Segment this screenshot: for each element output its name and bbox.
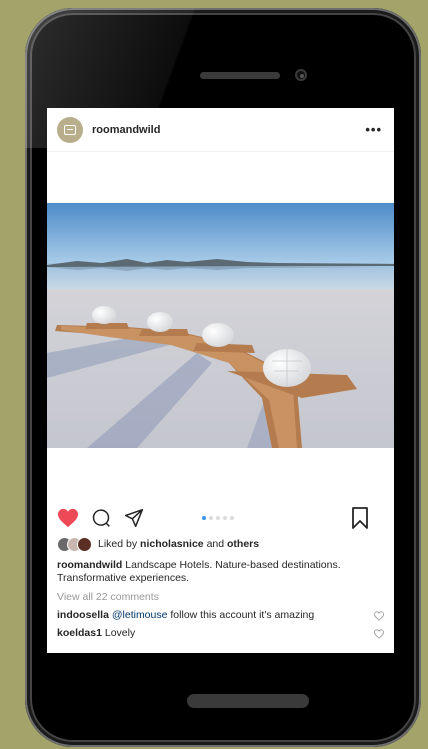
post-photo (47, 203, 394, 448)
comment-text: Lovely (104, 627, 136, 639)
liked-by-joiner: and (206, 538, 225, 550)
carousel-dot (209, 516, 213, 520)
carousel-dot (216, 516, 220, 520)
post-username[interactable]: roomandwild (92, 124, 365, 136)
likes-others-link[interactable]: others (227, 538, 259, 551)
earpiece-speaker (200, 72, 280, 79)
post-text: Liked by nicholasnice and others roomand… (47, 537, 394, 640)
carousel-dot (202, 516, 206, 520)
instagram-post: roomandwild ••• Liked by nicholasnice an… (47, 108, 394, 653)
home-button[interactable] (187, 694, 309, 708)
carousel-dot (223, 516, 227, 520)
carousel-dot (230, 516, 234, 520)
view-all-comments-link[interactable]: View all 22 comments (57, 591, 384, 604)
comment-icon[interactable] (90, 507, 112, 529)
comment-mention[interactable]: @letimouse (112, 609, 168, 621)
post-image-area[interactable] (47, 152, 394, 499)
comment-like-heart-icon[interactable] (374, 628, 384, 639)
comment-username[interactable]: koeldas1 (57, 627, 102, 639)
comment-row: koeldas1 Lovely (57, 627, 384, 640)
caption: roomandwild Landscape Hotels. Nature-bas… (57, 559, 384, 585)
comment-text: follow this account it's amazing (170, 609, 315, 621)
heart-icon[interactable] (57, 507, 79, 529)
liker-username[interactable]: nicholasnice (140, 538, 204, 551)
caption-username[interactable]: roomandwild (57, 559, 122, 571)
avatar[interactable] (57, 116, 83, 143)
comment-row: indoosella @letimouse follow this accoun… (57, 609, 384, 622)
comment-username[interactable]: indoosella (57, 609, 109, 621)
liked-by-prefix: Liked by (98, 538, 138, 550)
post-header: roomandwild ••• (47, 108, 394, 152)
action-bar (47, 499, 394, 537)
carousel-indicator (202, 516, 234, 520)
comment-like-heart-icon[interactable] (374, 610, 384, 621)
front-camera (295, 69, 307, 81)
more-icon[interactable]: ••• (365, 122, 382, 137)
avatar (77, 537, 92, 552)
liker-avatars[interactable] (57, 537, 92, 552)
bookmark-icon[interactable] (349, 507, 371, 529)
share-icon[interactable] (123, 507, 145, 529)
likes-line: Liked by nicholasnice and others (57, 537, 384, 552)
salt-flat-domes-photo (47, 203, 394, 448)
brand-logo-icon (64, 124, 76, 135)
